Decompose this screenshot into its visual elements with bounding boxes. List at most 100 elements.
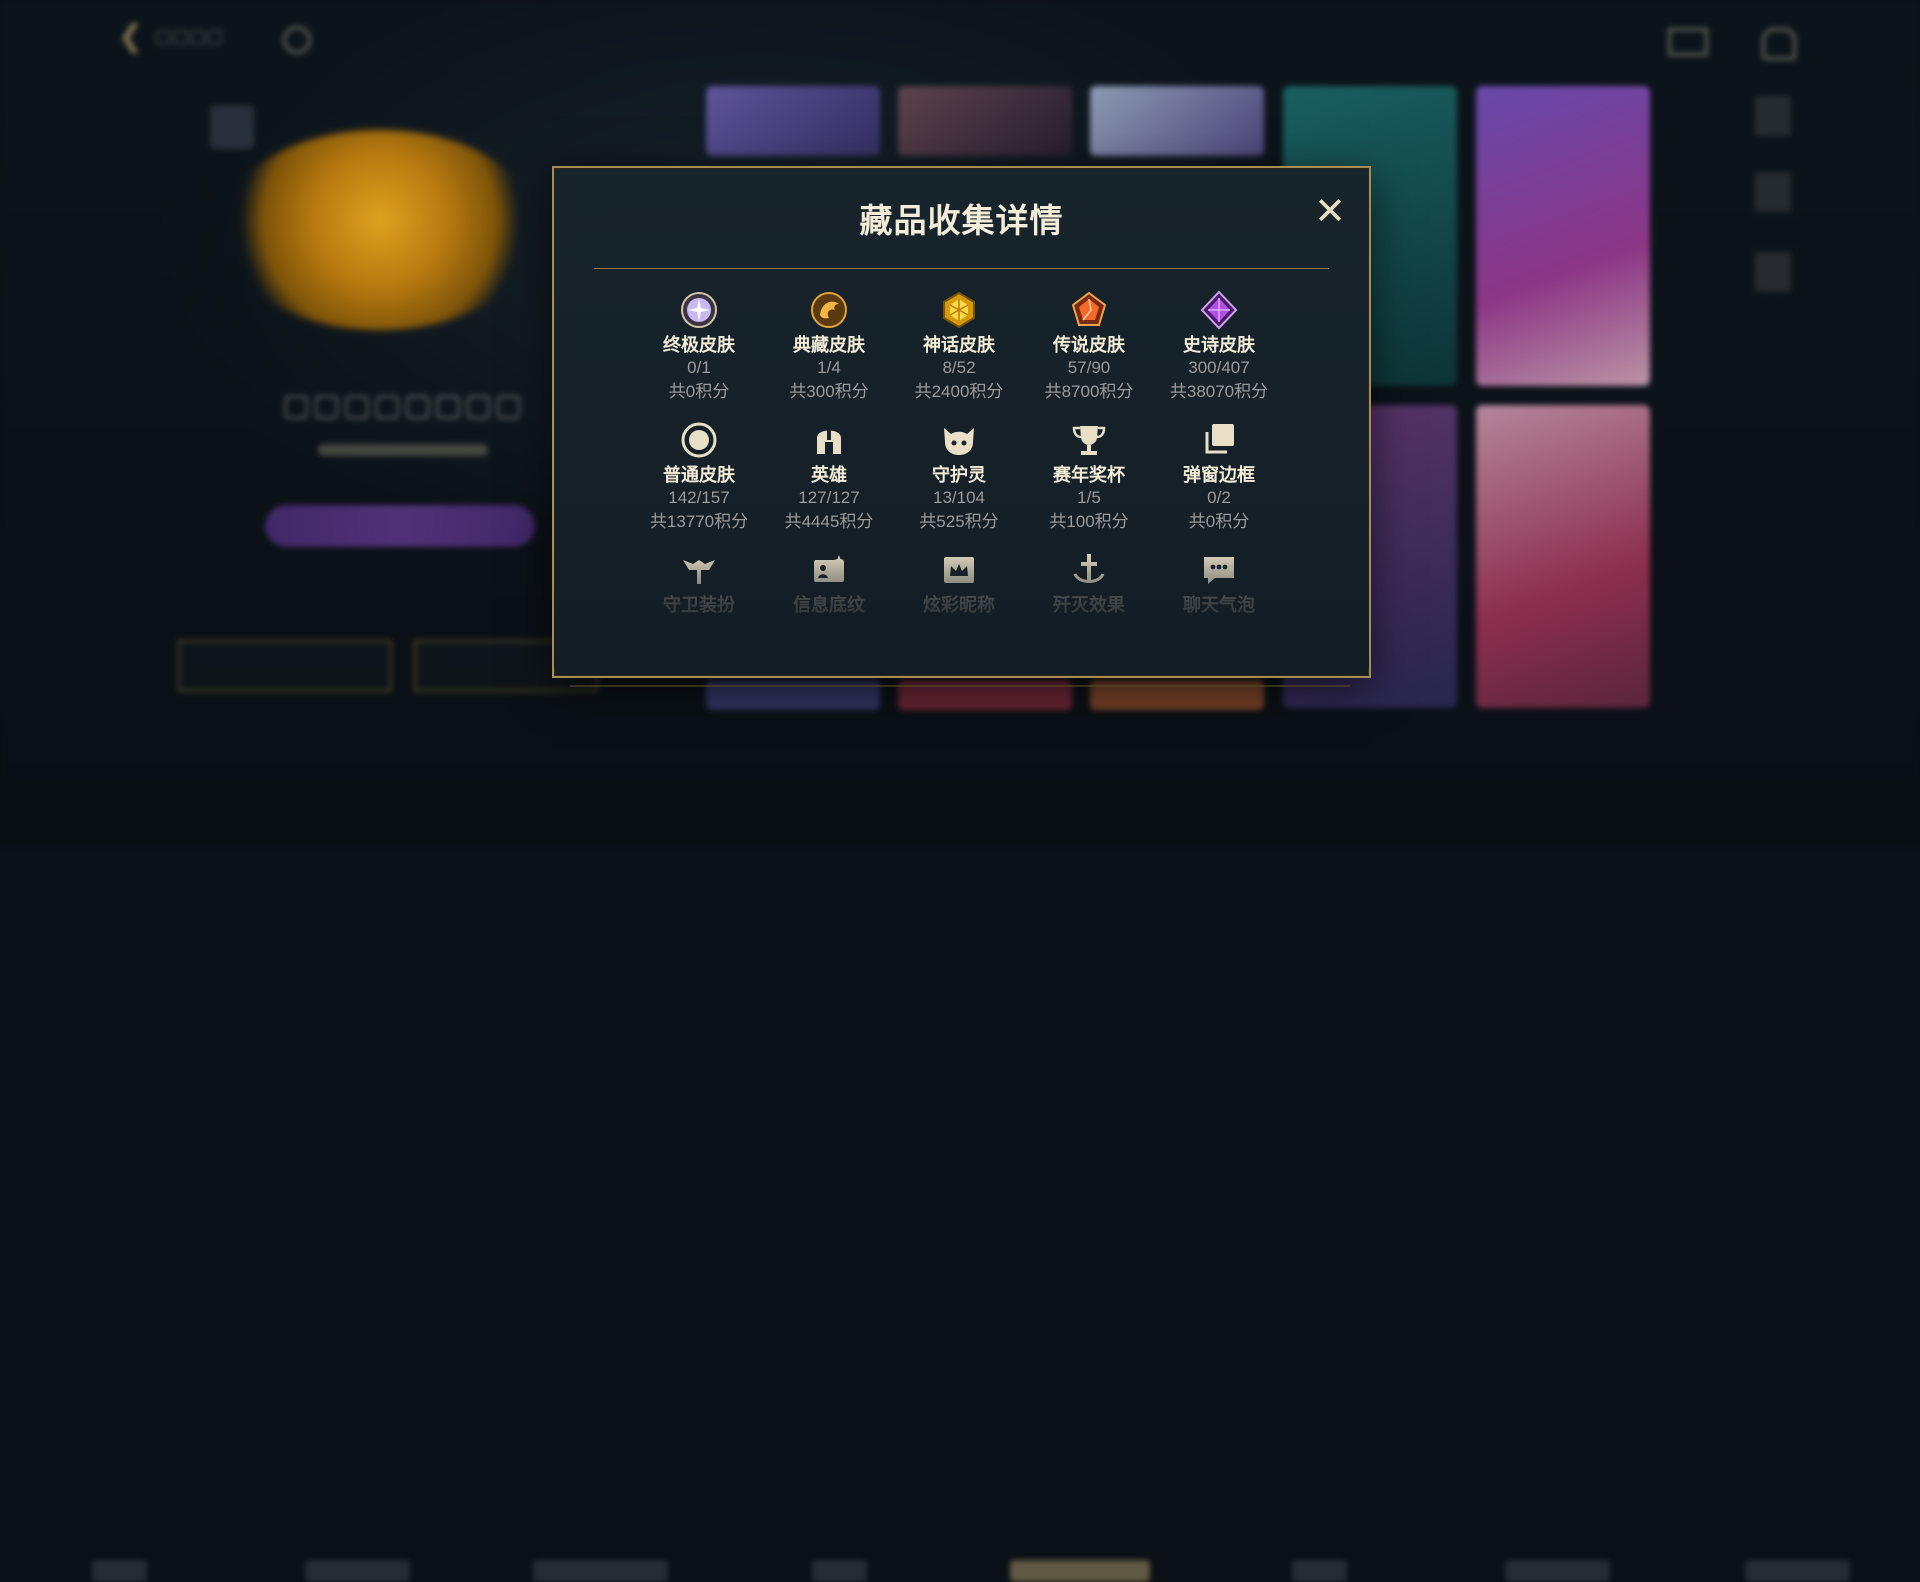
gear-icon[interactable] xyxy=(283,26,311,54)
item-label: 普通皮肤 xyxy=(663,465,735,485)
rank-tag-icon xyxy=(210,105,254,149)
bottom-tab[interactable] xyxy=(533,1560,668,1582)
side-icon[interactable] xyxy=(1755,172,1791,212)
item-label: 典藏皮肤 xyxy=(793,335,865,355)
skin-tile[interactable] xyxy=(898,86,1072,156)
collection-item-treasure[interactable]: 典藏皮肤 1/4 共300积分 xyxy=(764,290,894,420)
collection-item-legendary[interactable]: 传说皮肤 57/90 共8700积分 xyxy=(1024,290,1154,420)
item-count: 0/1 xyxy=(687,358,711,377)
guardian-pet-icon xyxy=(944,428,974,455)
colorful-nickname-icon xyxy=(944,557,974,583)
collection-item-mythic[interactable]: 神话皮肤 8/52 共2400积分 xyxy=(894,290,1024,420)
title-divider xyxy=(594,268,1329,269)
item-label: 炫彩昵称 xyxy=(923,595,995,615)
back-arrow-icon[interactable]: ❮ xyxy=(118,22,148,52)
bottom-tab[interactable] xyxy=(812,1560,867,1582)
dialog-title: 藏品收集详情 xyxy=(859,202,1064,239)
collection-item-epic[interactable]: 史诗皮肤 300/407 共38070积分 xyxy=(1154,290,1284,420)
item-points: 共525积分 xyxy=(919,512,999,531)
item-label: 守卫装扮 xyxy=(663,595,735,615)
item-label: 神话皮肤 xyxy=(923,335,995,355)
item-count: 1/4 xyxy=(817,358,841,377)
bottom-tab-bar xyxy=(0,770,1920,1582)
elimination-effect-icon xyxy=(1073,554,1105,583)
skin-tile[interactable] xyxy=(1476,405,1650,708)
item-label: 守护灵 xyxy=(932,465,986,485)
item-label: 弹窗边框 xyxy=(1183,465,1255,485)
champion-helmet-icon xyxy=(817,430,841,454)
item-points: 共300积分 xyxy=(789,382,869,401)
collection-row: 终极皮肤 0/1 共0积分 典藏皮肤 1/4 共300积分 神话皮肤 8/52 … xyxy=(634,290,1284,420)
item-count: 8/52 xyxy=(942,358,976,377)
collection-item-normal[interactable]: 普通皮肤 142/157 共13770积分 xyxy=(634,420,764,550)
collection-item-ward[interactable]: 守卫装扮 xyxy=(634,550,764,680)
item-label: 歼灭效果 xyxy=(1053,595,1125,615)
close-button[interactable]: ✕ xyxy=(1313,193,1347,231)
skin-tile[interactable] xyxy=(1476,86,1650,386)
item-label: 终极皮肤 xyxy=(663,335,735,355)
season-trophy-icon xyxy=(1072,426,1106,455)
item-count: 300/407 xyxy=(1188,358,1250,377)
side-icon[interactable] xyxy=(1755,96,1791,136)
item-count: 13/104 xyxy=(933,488,985,507)
collection-item-chat-bubble[interactable]: 聊天气泡 xyxy=(1154,550,1284,680)
skin-tile[interactable] xyxy=(706,86,880,156)
collection-item-ultimate[interactable]: 终极皮肤 0/1 共0积分 xyxy=(634,290,764,420)
item-label: 信息底纹 xyxy=(793,595,865,615)
item-points: 共4445积分 xyxy=(784,512,874,531)
item-label: 传说皮肤 xyxy=(1053,335,1125,355)
top-bar: ❮ ▢▢▢▢ xyxy=(0,0,1920,80)
item-points: 共38070积分 xyxy=(1169,382,1269,401)
item-label: 史诗皮肤 xyxy=(1183,335,1255,355)
item-count: 0/2 xyxy=(1207,488,1231,507)
collection-row: 守卫装扮 信息底纹 炫彩昵称 歼灭效果 聊天气泡 xyxy=(634,550,1284,680)
bottom-tab-active[interactable] xyxy=(1010,1560,1150,1582)
item-points: 共0积分 xyxy=(668,382,730,401)
collection-item-trophy[interactable]: 赛年奖杯 1/5 共100积分 xyxy=(1024,420,1154,550)
popup-frame-icon xyxy=(1205,424,1234,454)
mail-icon[interactable] xyxy=(1668,28,1708,56)
ward-skin-icon xyxy=(683,560,715,584)
player-subtitle-blurred xyxy=(318,444,488,456)
item-label: 英雄 xyxy=(811,465,847,485)
item-count: 142/157 xyxy=(668,488,730,507)
legendary-skin-icon xyxy=(1071,291,1107,326)
bottom-tab[interactable] xyxy=(1505,1560,1610,1582)
item-label: 聊天气泡 xyxy=(1183,595,1255,615)
item-points: 共2400积分 xyxy=(914,382,1004,401)
collection-row: 普通皮肤 142/157 共13770积分 英雄 127/127 共4445积分 xyxy=(634,420,1284,550)
item-count: 57/90 xyxy=(1067,358,1111,377)
profile-emblem xyxy=(220,130,540,330)
collection-item-banner[interactable]: 信息底纹 xyxy=(764,550,894,680)
item-count: 1/5 xyxy=(1077,488,1101,507)
friends-icon[interactable] xyxy=(1762,28,1796,60)
bottom-tab[interactable] xyxy=(92,1560,147,1582)
item-label: 赛年奖杯 xyxy=(1053,465,1125,485)
collection-score-pill[interactable] xyxy=(265,505,535,547)
collection-item-champion[interactable]: 英雄 127/127 共4445积分 xyxy=(764,420,894,550)
left-card-1[interactable] xyxy=(178,640,392,692)
normal-skin-icon xyxy=(681,422,717,458)
collection-item-popup-frame[interactable]: 弹窗边框 0/2 共0积分 xyxy=(1154,420,1284,550)
collection-details-dialog: 藏品收集详情 ✕ 终极皮肤 0/1 共0积分 典藏皮肤 1/4 共300积分 神… xyxy=(552,166,1371,678)
item-points: 共13770积分 xyxy=(649,512,749,531)
collection-item-elimination[interactable]: 歼灭效果 xyxy=(1024,550,1154,680)
player-name-blurred: ▢▢▢▢▢▢▢▢ xyxy=(282,389,525,422)
bottom-tab[interactable] xyxy=(1292,1560,1347,1582)
bottom-tab[interactable] xyxy=(305,1560,410,1582)
chat-bubble-icon xyxy=(1204,557,1234,584)
mythic-skin-icon xyxy=(943,291,975,329)
collection-grid: 终极皮肤 0/1 共0积分 典藏皮肤 1/4 共300积分 神话皮肤 8/52 … xyxy=(634,290,1284,680)
collection-item-guardian[interactable]: 守护灵 13/104 共525积分 xyxy=(894,420,1024,550)
profile-title-blurred: ▢▢▢▢ xyxy=(155,26,224,46)
skin-tile[interactable] xyxy=(1090,86,1264,156)
item-count: 127/127 xyxy=(798,488,860,507)
collection-item-nickname[interactable]: 炫彩昵称 xyxy=(894,550,1024,680)
treasure-skin-icon xyxy=(811,292,847,328)
item-points: 共8700积分 xyxy=(1044,382,1134,401)
item-points: 共100积分 xyxy=(1049,512,1129,531)
side-icon[interactable] xyxy=(1755,252,1791,292)
bottom-tab[interactable] xyxy=(1745,1560,1850,1582)
profile-banner-icon xyxy=(814,555,844,582)
item-points: 共0积分 xyxy=(1188,512,1250,531)
